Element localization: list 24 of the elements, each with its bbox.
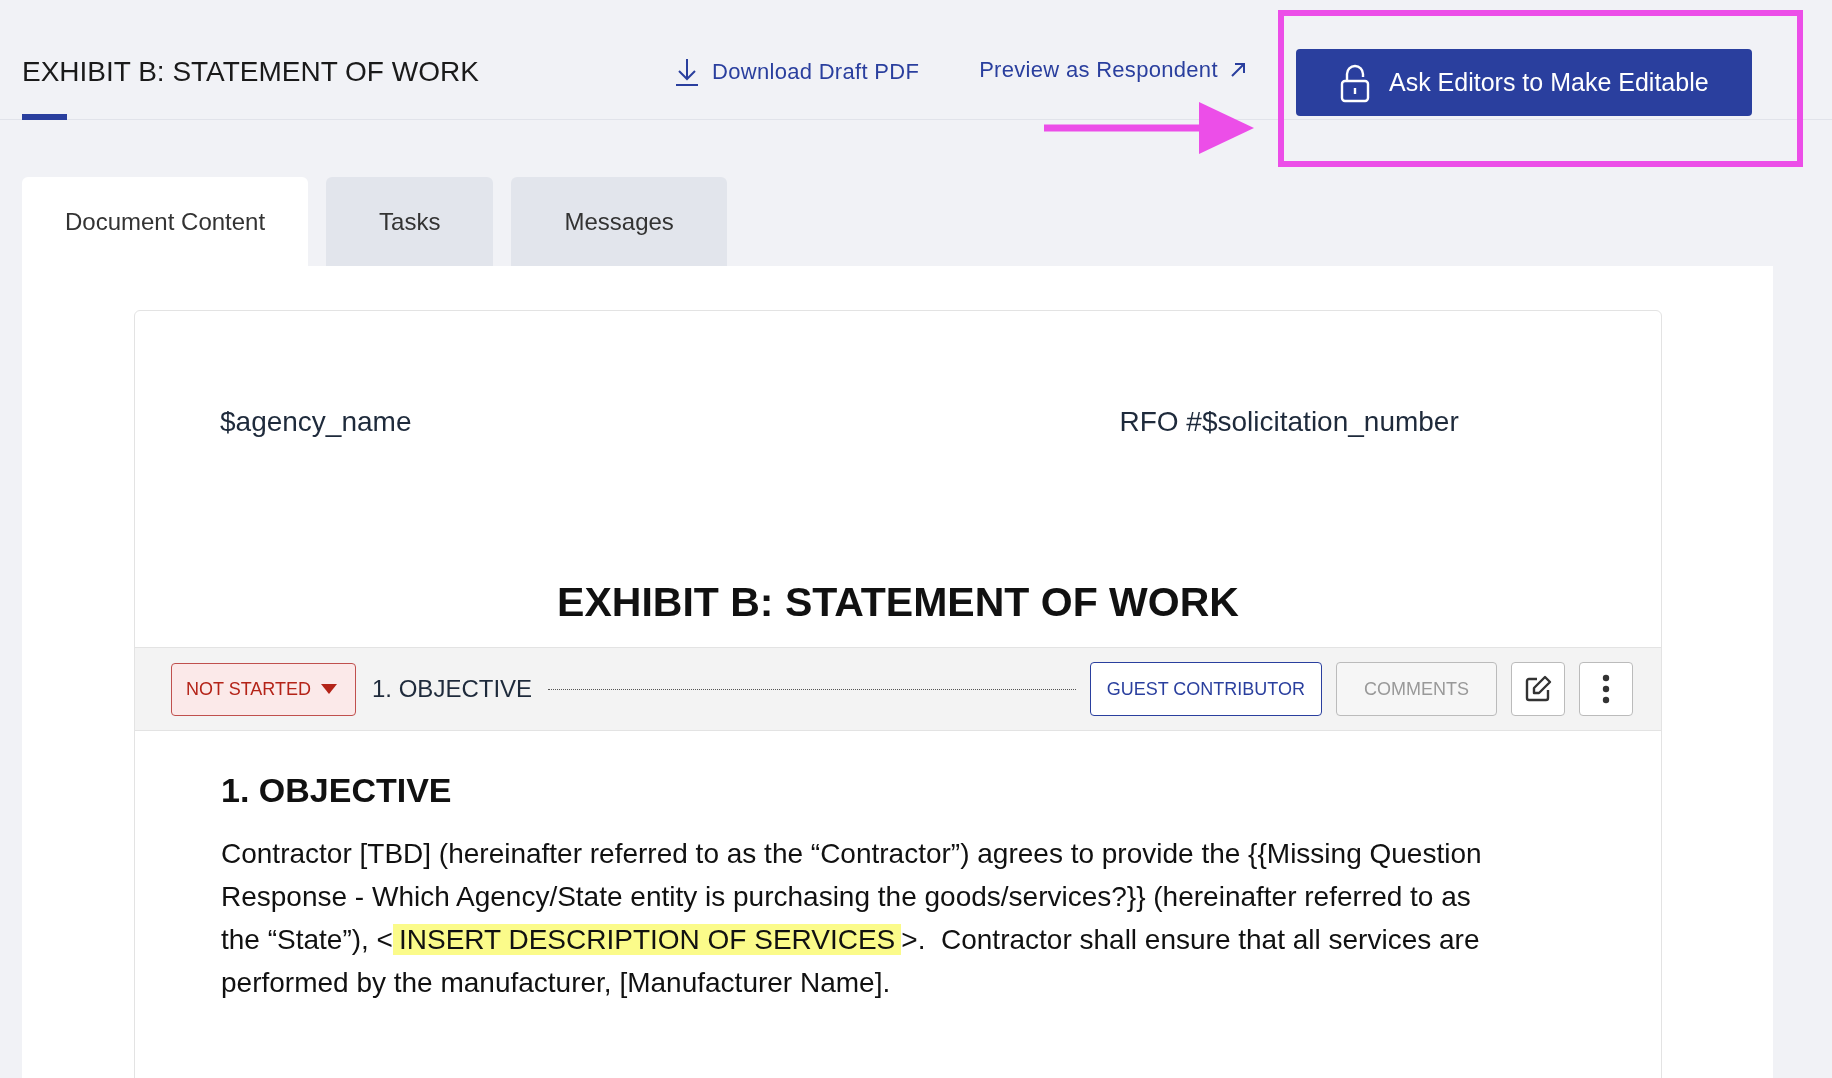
section-name: 1. OBJECTIVE (372, 675, 533, 703)
solicitation-number-text: RFO #$solicitation_number (1119, 406, 1459, 438)
more-options-button[interactable] (1579, 662, 1633, 716)
more-icon (1602, 674, 1610, 704)
page-title: EXHIBIT B: STATEMENT OF WORK (22, 56, 480, 88)
preview-link[interactable]: Preview as Respondent (979, 57, 1246, 83)
caret-icon (321, 684, 337, 694)
status-dropdown[interactable]: NOT STARTED (171, 662, 356, 716)
download-icon (674, 57, 700, 87)
lock-icon (1339, 62, 1371, 103)
tab[interactable]: Document Content (22, 177, 309, 266)
document-title: EXHIBIT B: STATEMENT OF WORK (556, 579, 1240, 626)
tab[interactable]: Tasks (326, 177, 494, 266)
ask-editors-button[interactable]: Ask Editors to Make Editable (1295, 49, 1752, 116)
edit-button[interactable] (1511, 662, 1565, 716)
guest-contributor-button[interactable]: GUEST CONTRIBUTOR (1089, 662, 1322, 716)
objective-paragraph: Contractor [TBD] (hereinafter referred to as the “Contractor”) agrees to provide the {{Missing Question Response - Which Agency/State entity is purchasing the goods/services?}} (hereinafter referred to as the “State”), < INSERT DESCRIPTION OF SERVICES >. Contractor shall ensure that all services are performed by the manufacturer, [Manufacturer Name]. (221, 837, 1483, 1000)
title-underline (22, 114, 67, 120)
download-link[interactable]: Download Draft PDF (674, 57, 920, 87)
section-heading: 1. OBJECTIVE (221, 771, 453, 810)
edit-icon (1524, 675, 1552, 703)
tab[interactable]: Messages (511, 177, 727, 266)
agency-name-text: $agency_name (220, 406, 412, 438)
external-arrow-icon (1229, 62, 1246, 78)
